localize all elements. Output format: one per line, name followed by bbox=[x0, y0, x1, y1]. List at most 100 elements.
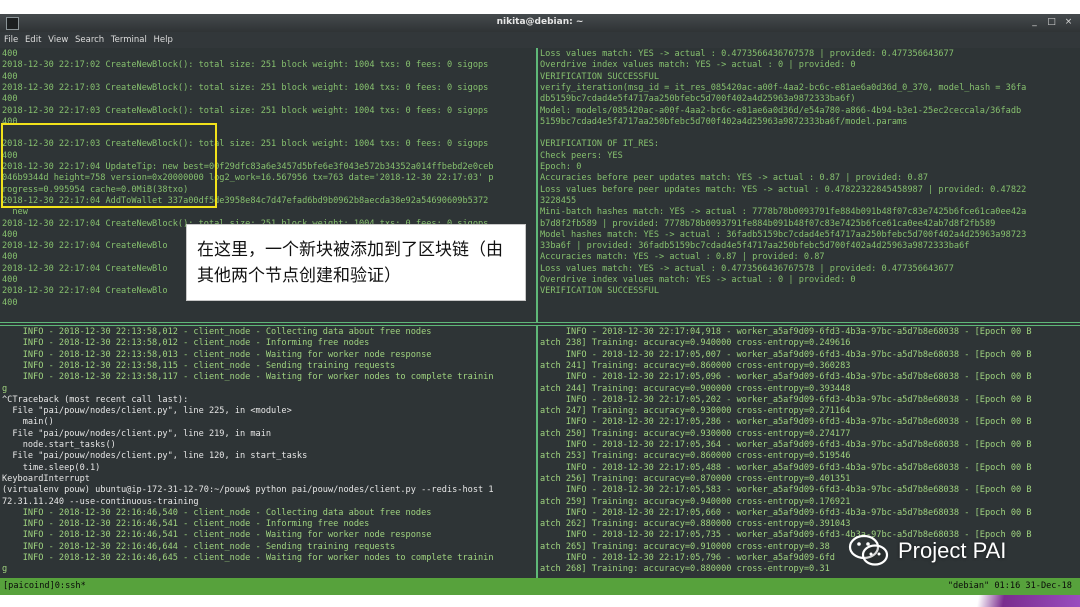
terminal-line: 400 bbox=[2, 229, 18, 240]
terminal-line: atch 241] Training: accuracy=0.860000 cr… bbox=[540, 360, 851, 371]
slide-decoration bbox=[910, 595, 1080, 607]
terminal-window: nikita@debian: ~ _ □ × File Edit View Se… bbox=[0, 14, 1080, 595]
terminal-line: Model hashes match: YES -> actual : 36fa… bbox=[540, 229, 1027, 240]
pane-divider-horizontal[interactable] bbox=[0, 322, 1080, 326]
terminal-line: INFO - 2018-12-30 22:17:05,202 - worker_… bbox=[540, 394, 1032, 405]
terminal-line: atch 250] Training: accuracy=0.930000 cr… bbox=[540, 428, 851, 439]
terminal-line: KeyboardInterrupt bbox=[2, 473, 90, 484]
terminal-line: 400 bbox=[2, 252, 18, 263]
terminal-line: Loss values before peer updates match: Y… bbox=[540, 184, 1027, 195]
terminal-line: atch 247] Training: accuracy=0.930000 cr… bbox=[540, 406, 851, 417]
terminal-line: 33ba6f | provided: 36fadb5159bc7cdad4e5f… bbox=[540, 241, 970, 252]
title-bar[interactable]: nikita@debian: ~ _ □ × bbox=[0, 14, 1080, 33]
terminal-line: 2018-12-30 22:17:04 CreateNewBlo bbox=[2, 241, 168, 252]
terminal-line: db5159bc7cdad4e5f4717aa250bfebc5d700f402… bbox=[540, 94, 856, 105]
terminal-line: 2018-12-30 22:17:03 CreateNewBlock(): to… bbox=[2, 82, 489, 93]
annotation-callout: 在这里，一个新块被添加到了区块链（由其他两个节点创建和验证） bbox=[186, 224, 526, 301]
terminal-line: Loss values match: YES -> actual : 0.477… bbox=[540, 263, 954, 274]
terminal-line: main() bbox=[2, 417, 54, 428]
terminal-line: atch 262] Training: accuracy=0.880000 cr… bbox=[540, 519, 851, 530]
annotation-text: 在这里，一个新块被添加到了区块链（由其他两个节点创建和验证） bbox=[197, 240, 503, 286]
terminal-line: Mini-batch hashes match: YES -> actual :… bbox=[540, 207, 1027, 218]
terminal-line: ^CTraceback (most recent call last): bbox=[2, 394, 189, 405]
status-host-time: "debian" 01:16 31-Dec-18 bbox=[947, 581, 1072, 591]
terminal-line: 400 bbox=[2, 49, 18, 59]
pane-client-log[interactable]: INFO - 2018-12-30 22:13:58,012 - client_… bbox=[0, 326, 536, 578]
terminal-line: INFO - 2018-12-30 22:13:58,012 - client_… bbox=[2, 338, 370, 349]
terminal-line: Overdrive index values match: YES -> act… bbox=[540, 60, 856, 71]
terminal-line: Model: models/085420ac-a00f-4aa2-bc6c-e8… bbox=[540, 105, 1022, 116]
terminal-line: Loss values match: YES -> actual : 0.477… bbox=[540, 49, 954, 59]
terminal-line: atch 253] Training: accuracy=0.860000 cr… bbox=[540, 451, 851, 462]
menu-view[interactable]: View bbox=[44, 32, 68, 45]
menu-search[interactable]: Search bbox=[71, 32, 104, 45]
terminal-line: File "pai/pouw/nodes/client.py", line 12… bbox=[2, 451, 308, 462]
terminal-line: INFO - 2018-12-30 22:13:58,115 - client_… bbox=[2, 360, 396, 371]
terminal-line: 2018-12-30 22:17:04 CreateNewBlo bbox=[2, 286, 168, 297]
maximize-button[interactable]: □ bbox=[1046, 17, 1057, 28]
terminal-line: atch 268] Training: accuracy=0.880000 cr… bbox=[540, 564, 830, 575]
terminal-line: 2018-12-30 22:17:04 CreateNewBlo bbox=[2, 263, 168, 274]
terminal-line: 3228455 bbox=[540, 195, 577, 206]
terminal-line: g bbox=[2, 564, 8, 575]
terminal-line: 72.31.11.240 --use-continuous-training bbox=[2, 496, 199, 507]
terminal-line: Check peers: YES bbox=[540, 150, 623, 161]
menu-bar: File Edit View Search Terminal Help bbox=[0, 32, 1080, 48]
window-title: nikita@debian: ~ bbox=[496, 17, 584, 27]
terminal-line: INFO - 2018-12-30 22:16:46,645 - client_… bbox=[2, 553, 494, 563]
terminal-line: Overdrive index values match: YES -> act… bbox=[540, 275, 856, 285]
terminal-line: atch 244] Training: accuracy=0.900000 cr… bbox=[540, 383, 851, 394]
menu-help[interactable]: Help bbox=[150, 32, 173, 45]
terminal-line: INFO - 2018-12-30 22:17:05,364 - worker_… bbox=[540, 440, 1032, 450]
menu-edit[interactable]: Edit bbox=[21, 32, 41, 45]
terminal-line: 5159bc7cdad4e5f4717aa250bfebc5d700f402a4… bbox=[540, 116, 908, 127]
terminal-line: INFO - 2018-12-30 22:16:46,541 - client_… bbox=[2, 530, 432, 541]
terminal-line: 400 bbox=[2, 297, 18, 308]
terminal-line: new bbox=[2, 207, 28, 218]
wechat-icon bbox=[848, 533, 890, 569]
terminal-line: INFO - 2018-12-30 22:17:05,583 - worker_… bbox=[540, 485, 1032, 496]
terminal-line: atch 265] Training: accuracy=0.910000 cr… bbox=[540, 541, 830, 552]
terminal-line: Epoch: 0 bbox=[540, 162, 582, 172]
status-session[interactable]: [paicoind]0:ssh* bbox=[3, 581, 86, 591]
minimize-button[interactable]: _ bbox=[1029, 17, 1040, 28]
menu-file[interactable]: File bbox=[0, 32, 18, 45]
pane-divider-vertical[interactable] bbox=[536, 48, 538, 578]
terminal-line: b7d8f2fb589 | provided: 7778b78b0093791f… bbox=[540, 218, 996, 229]
terminal-line: atch 238] Training: accuracy=0.940000 cr… bbox=[540, 338, 851, 349]
terminal-line: INFO - 2018-12-30 22:17:05,096 - worker_… bbox=[540, 372, 1032, 383]
terminal-line: INFO - 2018-12-30 22:17:05,007 - worker_… bbox=[540, 349, 1032, 360]
terminal-line: VERIFICATION SUCCESSFUL bbox=[540, 286, 659, 297]
menu-terminal[interactable]: Terminal bbox=[107, 32, 147, 45]
terminal-line: 400 bbox=[2, 71, 18, 82]
terminal-line: INFO - 2018-12-30 22:13:58,013 - client_… bbox=[2, 349, 432, 360]
terminal-line: INFO - 2018-12-30 22:16:46,644 - client_… bbox=[2, 541, 396, 552]
terminal-line: 2018-12-30 22:17:03 CreateNewBlock(): to… bbox=[2, 105, 489, 116]
terminal-line: VERIFICATION SUCCESSFUL bbox=[540, 71, 659, 82]
watermark-text: Project PAI bbox=[898, 538, 1007, 563]
terminal-line: INFO - 2018-12-30 22:17:05,488 - worker_… bbox=[540, 462, 1032, 473]
close-button[interactable]: × bbox=[1063, 17, 1074, 28]
terminal-line: INFO - 2018-12-30 22:17:05,796 - worker_… bbox=[540, 553, 835, 563]
terminal-line: 400 bbox=[2, 94, 18, 105]
terminal-line: atch 256] Training: accuracy=0.870000 cr… bbox=[540, 473, 851, 484]
highlight-box bbox=[1, 123, 217, 208]
tmux-status-bar: [paicoind]0:ssh* "debian" 01:16 31-Dec-1… bbox=[0, 578, 1080, 595]
watermark: Project PAI bbox=[848, 529, 1006, 573]
terminal-line: INFO - 2018-12-30 22:13:58,117 - client_… bbox=[2, 372, 494, 383]
terminal-line: 400 bbox=[2, 275, 18, 285]
terminal-line: 2018-12-30 22:17:02 CreateNewBlock(): to… bbox=[2, 60, 489, 71]
terminal-line: INFO - 2018-12-30 22:17:04,918 - worker_… bbox=[540, 327, 1032, 337]
terminal-line: (virtualenv pouw) ubuntu@ip-172-31-12-70… bbox=[2, 485, 494, 496]
terminal-line: node.start_tasks() bbox=[2, 440, 116, 450]
terminal-line: INFO - 2018-12-30 22:17:05,286 - worker_… bbox=[540, 417, 1032, 428]
terminal-line: INFO - 2018-12-30 22:16:46,540 - client_… bbox=[2, 507, 432, 518]
terminal-line: atch 259] Training: accuracy=0.940000 cr… bbox=[540, 496, 851, 507]
terminal-line: File "pai/pouw/nodes/client.py", line 21… bbox=[2, 428, 272, 439]
terminal-line: g bbox=[2, 383, 8, 394]
terminal-line: time.sleep(0.1) bbox=[2, 462, 101, 473]
terminal-line: INFO - 2018-12-30 22:16:46,541 - client_… bbox=[2, 519, 370, 530]
pane-verification-log[interactable]: Loss values match: YES -> actual : 0.477… bbox=[538, 48, 1080, 322]
terminal-line: INFO - 2018-12-30 22:17:05,660 - worker_… bbox=[540, 507, 1032, 518]
terminal-line: File "pai/pouw/nodes/client.py", line 22… bbox=[2, 406, 292, 417]
